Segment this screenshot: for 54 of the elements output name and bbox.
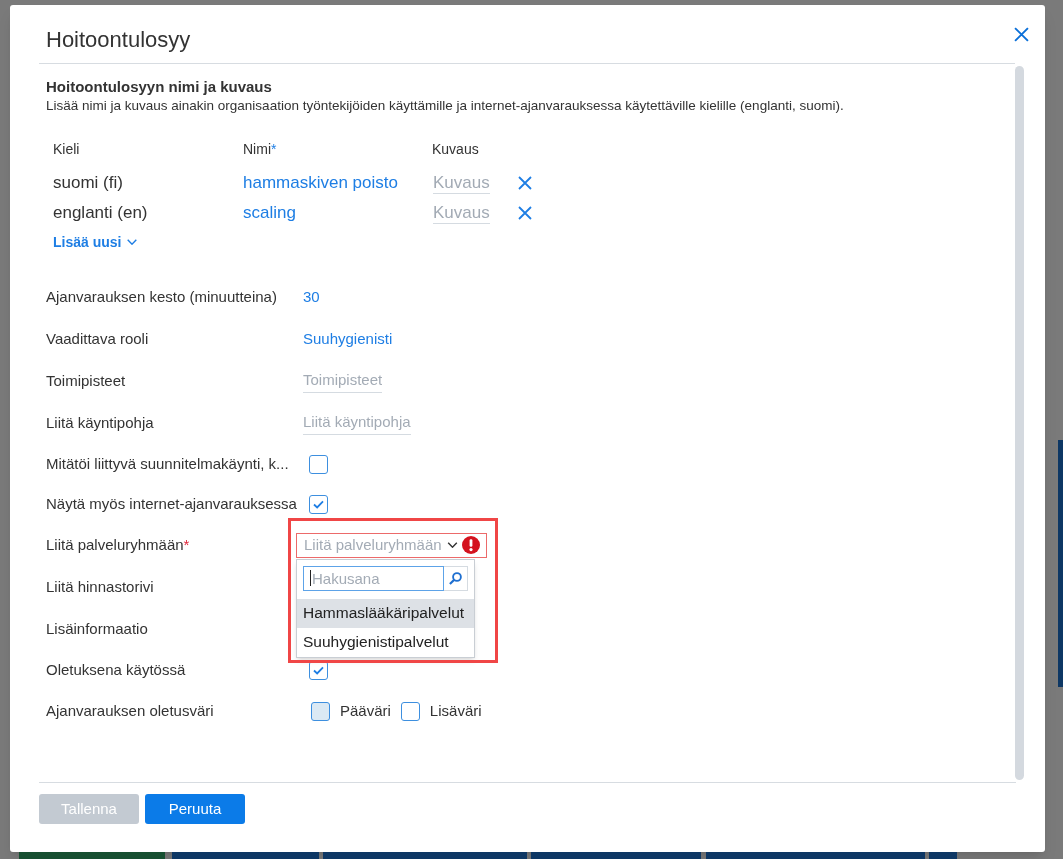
search-button[interactable] (444, 565, 468, 591)
field-label: Vaadittava rooli (46, 330, 150, 348)
description-field[interactable]: Kuvaus (433, 172, 490, 194)
text-field[interactable]: Liitä käyntipohja (303, 410, 411, 436)
color-swatch[interactable] (311, 701, 330, 721)
close-button[interactable] (1013, 26, 1029, 42)
search-field[interactable]: Hakusana (303, 565, 444, 591)
column-header: Kieli (53, 140, 80, 158)
section-heading: Hoitoontulosyyn nimi ja kuvaus (46, 78, 273, 96)
field-label: Toimipisteet (46, 372, 127, 390)
column-header: Kuvaus (432, 140, 479, 158)
language-name: suomi (fi) (53, 172, 123, 195)
add-language-link[interactable]: Lisää uusi (53, 233, 138, 251)
color-option-label: Pääväri (340, 700, 391, 721)
name-value[interactable]: scaling (243, 200, 296, 226)
remove-button[interactable] (518, 176, 532, 190)
field-label: Näytä myös internet-ajanvarauksessa (46, 495, 298, 513)
background-tile (929, 852, 957, 859)
remove-button[interactable] (518, 206, 532, 220)
dropdown-option[interactable]: Suuhygienistipalvelut (297, 627, 474, 657)
field-label: Liitä hinnastorivi (46, 578, 155, 596)
close-icon (518, 206, 532, 220)
cancel-button[interactable]: Peruuta (145, 794, 245, 824)
field-label: Liitä käyntipohja (46, 414, 155, 432)
search-icon (449, 571, 462, 585)
scrollbar[interactable] (1015, 66, 1024, 780)
checkbox[interactable] (309, 494, 328, 514)
field-value[interactable]: Suuhygienisti (303, 327, 393, 351)
field-value[interactable]: 30 (303, 285, 320, 309)
dropdown-option[interactable]: Hammaslääkäripalvelut (297, 598, 474, 628)
error-icon (462, 536, 480, 554)
field-label: Ajanvarauksen kesto (minuutteina) (46, 288, 278, 306)
field-label: Liitä palveluryhmään* (46, 536, 191, 554)
name-value[interactable]: hammaskiven poisto (243, 170, 398, 196)
text-field[interactable]: Toimipisteet (303, 368, 383, 394)
checkbox[interactable] (309, 454, 328, 474)
close-icon (518, 176, 532, 190)
color-swatch[interactable] (400, 701, 420, 721)
color-option-label: Lisäväri (429, 700, 482, 721)
field-label: Lisäinformaatio (46, 620, 149, 638)
column-header: Nimi* (243, 140, 277, 158)
check-icon (313, 499, 324, 509)
chevron-down-icon (127, 239, 138, 245)
close-icon (1013, 26, 1029, 42)
field-label: Ajanvarauksen oletusväri (46, 702, 215, 720)
dialog-title: Hoitoontulosyy (46, 27, 191, 54)
chevron-down-icon (447, 542, 458, 548)
language-name: englanti (en) (53, 202, 148, 225)
check-icon (313, 665, 324, 675)
field-label: Oletuksena käytössä (46, 661, 187, 679)
section-description: Lisää nimi ja kuvaus ainakin organisaation työntekijöiden käyttämille ja internet-ajanvarauksessa käytettäville kielille (englanti, suomi). (46, 97, 845, 115)
field-label: Mitätöi liittyvä suunnitelmakäynti, k... (46, 455, 290, 473)
description-field[interactable]: Kuvaus (433, 202, 490, 224)
select-field[interactable]: Liitä palveluryhmään (296, 532, 487, 558)
